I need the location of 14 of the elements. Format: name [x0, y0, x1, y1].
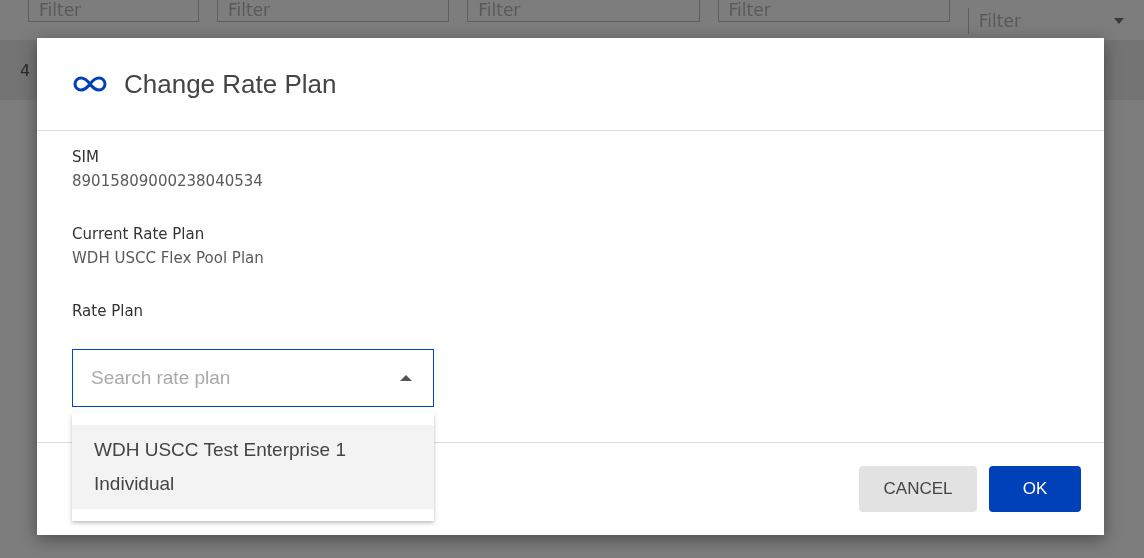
field-value: 89015809000238040534: [72, 171, 264, 192]
field-value: WDH USCC Flex Pool Plan: [72, 248, 265, 269]
caret-icon: [400, 375, 412, 381]
table-cell: 4: [20, 60, 31, 80]
field-label: Current Rate Plan: [72, 224, 206, 245]
infinity-icon: [72, 75, 108, 93]
ok-button[interactable]: OK: [989, 466, 1081, 512]
field-label: SIM: [72, 147, 100, 168]
dropdown-option[interactable]: WDH USCC Test Enterprise 1 Individual: [72, 425, 434, 509]
caret-icon: [1114, 18, 1124, 24]
dialog-title: Change Rate Plan: [124, 68, 337, 100]
cancel-button[interactable]: CANCEL: [859, 466, 977, 512]
field-label: Rate Plan: [72, 301, 145, 322]
search-field[interactable]: Search rate plan: [72, 349, 434, 407]
